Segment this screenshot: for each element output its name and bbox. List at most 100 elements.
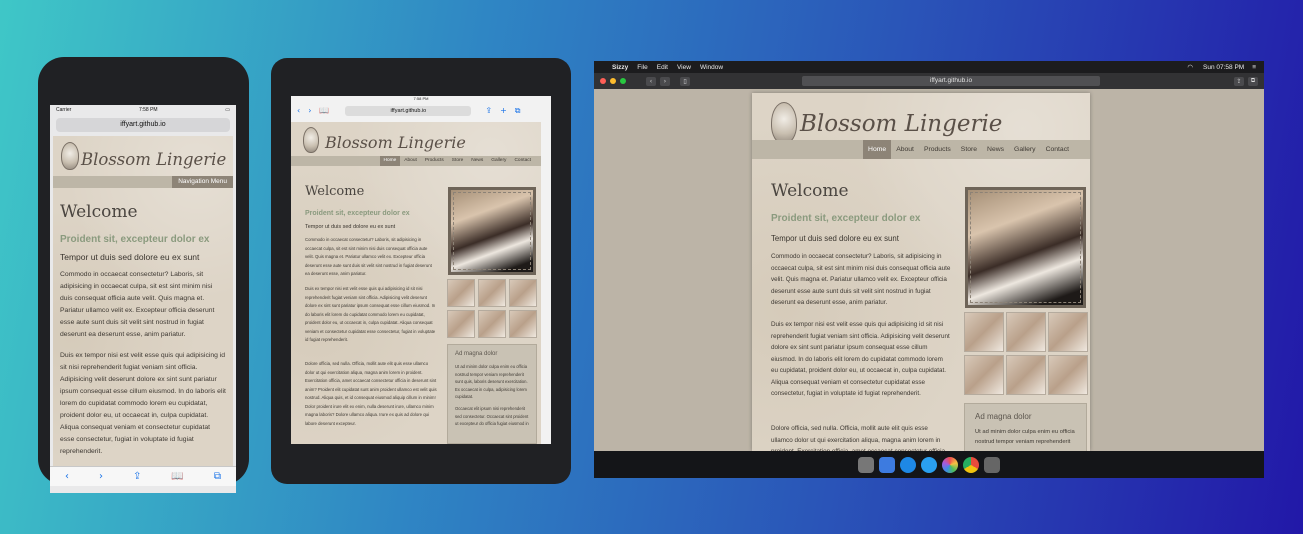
nav-gallery[interactable]: Gallery bbox=[1009, 140, 1041, 159]
app-name[interactable]: Sizzy bbox=[612, 64, 628, 71]
share-icon[interactable]: ⇪ bbox=[133, 471, 141, 482]
iphone-device-frame: Carrier 7:58 PM ▭ iffyart.github.io Blos… bbox=[38, 57, 249, 493]
nav-about[interactable]: About bbox=[891, 140, 919, 159]
site-page-mobile: Blossom Lingerie Navigation Menu Welcome… bbox=[53, 136, 233, 466]
forward-icon[interactable]: › bbox=[308, 106, 311, 115]
safari-icon[interactable] bbox=[921, 456, 937, 473]
tabs-icon[interactable]: ⧉ bbox=[214, 471, 221, 482]
menu-window[interactable]: Window bbox=[700, 64, 723, 71]
sidebar-box-text: Ut ad minim dolor culpa enim eu officia … bbox=[975, 429, 1075, 445]
site-page-desktop: Blossom Lingerie Home About Products Sto… bbox=[752, 93, 1090, 451]
site-navbar: Home About Products Store News Gallery C… bbox=[752, 140, 1090, 159]
forward-icon[interactable]: › bbox=[99, 471, 103, 482]
menu-list-icon[interactable]: ≡ bbox=[1252, 64, 1256, 71]
gallery-thumbnail[interactable] bbox=[478, 310, 506, 338]
back-button[interactable]: ‹ bbox=[646, 76, 656, 86]
gallery-thumbnail[interactable] bbox=[509, 279, 537, 307]
site-logo[interactable]: Blossom Lingerie bbox=[800, 111, 1002, 137]
welcome-tagline: Tempor ut duis sed dolore eu ex sunt bbox=[305, 224, 396, 230]
browser-viewport: Blossom Lingerie Home About Products Sto… bbox=[594, 89, 1264, 451]
nav-products[interactable]: Products bbox=[919, 140, 956, 159]
bookmarks-icon[interactable]: 📖 bbox=[319, 106, 329, 115]
body-paragraph-1: Commodo in occaecat consectetur? Laboris… bbox=[305, 237, 432, 276]
nav-store[interactable]: Store bbox=[956, 140, 982, 159]
wifi-icon[interactable]: ◠ bbox=[1187, 63, 1193, 71]
minimize-window-icon[interactable] bbox=[610, 78, 616, 84]
welcome-heading: Welcome bbox=[771, 181, 849, 201]
body-paragraph-2: Duis ex tempor nisi est velit esse quis … bbox=[305, 286, 436, 342]
battery-icon: ▭ bbox=[225, 107, 230, 113]
share-icon[interactable]: ⇪ bbox=[485, 106, 492, 115]
body-paragraph-1: Commodo in occaecat consectetur? Laboris… bbox=[771, 253, 951, 306]
menu-edit[interactable]: Edit bbox=[657, 64, 668, 71]
gallery-thumbnail[interactable] bbox=[447, 279, 475, 307]
gallery-thumbnail[interactable] bbox=[447, 310, 475, 338]
site-navbar: Home About Products Store News Gallery C… bbox=[291, 156, 541, 166]
forward-button[interactable]: › bbox=[660, 76, 670, 86]
gallery-thumbnail[interactable] bbox=[1048, 355, 1088, 395]
site-logo[interactable]: Blossom Lingerie bbox=[325, 133, 466, 152]
site-page-tablet: Blossom Lingerie Home About Products Sto… bbox=[291, 122, 541, 444]
site-logo[interactable]: Blossom Lingerie bbox=[81, 150, 226, 169]
mac-dock bbox=[594, 451, 1264, 478]
close-window-icon[interactable] bbox=[600, 78, 606, 84]
menu-file[interactable]: File bbox=[637, 64, 647, 71]
gallery-thumbnail[interactable] bbox=[1006, 312, 1046, 352]
sidebar-box-text: Ut ad minim dolor culpa enim eu officia … bbox=[455, 364, 528, 399]
mac-window: Sizzy File Edit View Window ◠ Sun 07:58 … bbox=[594, 61, 1264, 478]
body-paragraph-3: Dolore officia, sed nulla. Officia, moll… bbox=[305, 361, 437, 426]
bookmarks-icon[interactable]: 📖 bbox=[171, 471, 183, 482]
app-store-icon[interactable] bbox=[900, 456, 916, 473]
address-bar[interactable]: iffyart.github.io bbox=[56, 118, 230, 132]
welcome-heading: Welcome bbox=[305, 184, 365, 199]
sidebar-toggle-icon[interactable]: ▯ bbox=[680, 76, 690, 86]
gallery-thumbnail[interactable] bbox=[509, 310, 537, 338]
desktop-background: { "site": { "url": "iffyart.github.io", … bbox=[0, 0, 1303, 534]
logo-flower-icon bbox=[61, 142, 79, 170]
nav-store[interactable]: Store bbox=[448, 156, 467, 166]
back-icon[interactable]: ‹ bbox=[297, 106, 300, 115]
body-paragraph-1: Commodo in occaecat consectetur? Laboris… bbox=[60, 271, 215, 338]
nav-news[interactable]: News bbox=[467, 156, 487, 166]
navigation-menu-button[interactable]: Navigation Menu bbox=[172, 176, 233, 188]
share-icon[interactable]: ⇪ bbox=[1234, 76, 1244, 86]
tabs-icon[interactable]: ⧉ bbox=[1248, 76, 1258, 86]
nav-gallery[interactable]: Gallery bbox=[487, 156, 510, 166]
chrome-icon[interactable] bbox=[963, 456, 979, 473]
gallery-thumbnail[interactable] bbox=[1006, 355, 1046, 395]
sidebar-box: Ad magna dolor Ut ad minim dolor culpa e… bbox=[447, 344, 537, 444]
featured-photo[interactable] bbox=[448, 187, 536, 275]
nav-contact[interactable]: Contact bbox=[510, 156, 535, 166]
nav-about[interactable]: About bbox=[400, 156, 421, 166]
gallery-thumbnail[interactable] bbox=[964, 355, 1004, 395]
finder-icon[interactable] bbox=[879, 456, 895, 473]
sidebar-box-text-2: Occaecat elit ipsum nisi reprehenderit s… bbox=[455, 406, 529, 426]
ios-bottom-toolbar: ‹ › ⇪ 📖 ⧉ bbox=[50, 466, 236, 486]
new-tab-icon[interactable]: + bbox=[500, 106, 507, 115]
launchpad-icon[interactable] bbox=[858, 456, 874, 473]
back-icon[interactable]: ‹ bbox=[65, 471, 69, 482]
nav-home[interactable]: Home bbox=[863, 140, 892, 159]
sidebar-box-title: Ad magna dolor bbox=[455, 351, 498, 357]
gallery-thumbnail[interactable] bbox=[478, 279, 506, 307]
welcome-tagline: Tempor ut duis sed dolore eu ex sunt bbox=[771, 234, 899, 243]
maximize-window-icon[interactable] bbox=[620, 78, 626, 84]
menu-view[interactable]: View bbox=[677, 64, 691, 71]
system-preferences-icon[interactable] bbox=[984, 456, 1000, 473]
nav-news[interactable]: News bbox=[982, 140, 1009, 159]
gallery-thumbnail[interactable] bbox=[964, 312, 1004, 352]
ipad-toolbar: ‹ › 📖 iffyart.github.io ⇪ + ⧉ bbox=[291, 103, 551, 118]
tabs-icon[interactable]: ⧉ bbox=[515, 106, 521, 116]
address-bar[interactable]: iffyart.github.io bbox=[345, 105, 472, 116]
gallery-thumbnail[interactable] bbox=[1048, 312, 1088, 352]
nav-products[interactable]: Products bbox=[421, 156, 448, 166]
nav-home[interactable]: Home bbox=[379, 156, 401, 166]
photos-icon[interactable] bbox=[942, 456, 958, 473]
mac-browser-toolbar: ‹ › ▯ iffyart.github.io ⇪ ⧉ bbox=[594, 73, 1264, 89]
welcome-heading: Welcome bbox=[60, 202, 138, 222]
nav-contact[interactable]: Contact bbox=[1041, 140, 1074, 159]
featured-photo[interactable] bbox=[965, 187, 1086, 308]
sidebar-box: Ad magna dolor Ut ad minim dolor culpa e… bbox=[964, 403, 1087, 451]
address-bar[interactable]: iffyart.github.io bbox=[802, 76, 1100, 86]
clock-label[interactable]: Sun 07:58 PM bbox=[1203, 64, 1244, 71]
